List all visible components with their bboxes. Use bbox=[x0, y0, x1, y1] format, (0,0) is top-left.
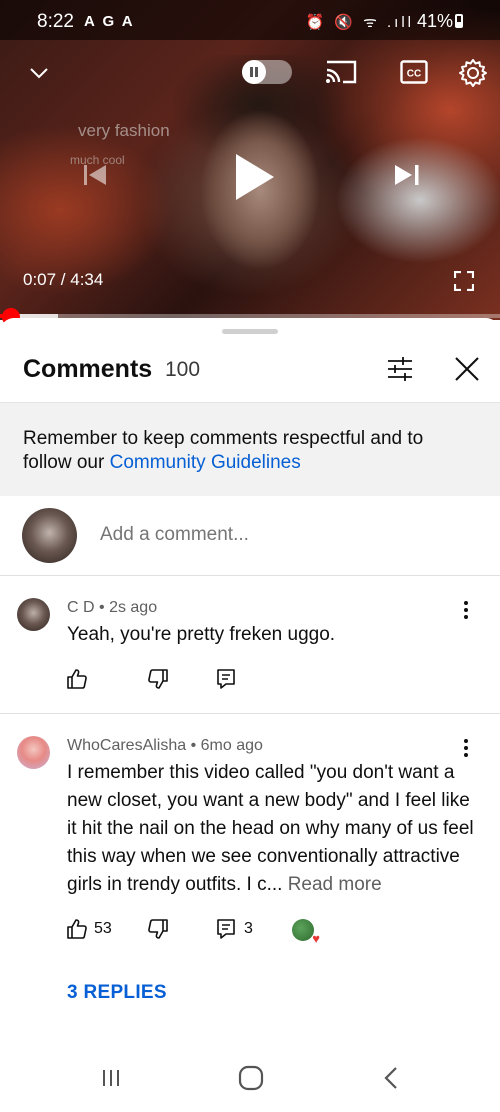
previous-video-icon[interactable] bbox=[80, 160, 110, 190]
comment-item: C D • 2s ago Yeah, you're pretty freken … bbox=[0, 576, 500, 713]
commenter-avatar[interactable] bbox=[17, 598, 50, 631]
comment-text: I remember this video called "you don't … bbox=[67, 759, 482, 899]
heart-icon: ♥ bbox=[312, 931, 320, 946]
dislike-button[interactable] bbox=[147, 918, 169, 940]
reply-button[interactable]: 3 bbox=[216, 918, 253, 940]
settings-gear-icon[interactable] bbox=[458, 58, 488, 88]
next-video-icon[interactable] bbox=[392, 160, 422, 190]
battery-icon bbox=[455, 14, 463, 28]
comments-panel: Comments 100 Remember to keep comments r… bbox=[0, 318, 500, 1112]
add-comment-row[interactable] bbox=[0, 496, 500, 576]
autoplay-toggle[interactable] bbox=[242, 60, 292, 84]
comment-age: 2s ago bbox=[109, 599, 158, 616]
comment-age: 6mo ago bbox=[200, 737, 263, 754]
close-icon[interactable] bbox=[453, 355, 481, 383]
add-comment-input[interactable] bbox=[100, 524, 470, 546]
more-options-icon[interactable] bbox=[454, 736, 478, 760]
system-status-icons: ⏰ 🔇 ᯤ .ıll bbox=[305, 14, 414, 31]
status-bar: 8:22 A G A ⏰ 🔇 ᯤ .ıll 41% bbox=[0, 0, 500, 40]
reply-comment-icon bbox=[217, 919, 235, 939]
like-button[interactable] bbox=[66, 668, 88, 690]
view-replies-button[interactable]: 3 REPLIES bbox=[67, 982, 167, 1004]
back-icon[interactable] bbox=[382, 1066, 400, 1090]
thumbs-up-icon bbox=[67, 919, 87, 939]
comment-author[interactable]: WhoCaresAlisha bbox=[67, 737, 186, 754]
comment-item: WhoCaresAlisha • 6mo ago I remember this… bbox=[0, 714, 500, 1032]
comment-body: I remember this video called "you don't … bbox=[67, 762, 474, 895]
cast-icon[interactable] bbox=[325, 58, 357, 86]
more-options-icon[interactable] bbox=[454, 598, 478, 622]
comment-author[interactable]: C D bbox=[67, 599, 95, 616]
user-avatar bbox=[22, 508, 77, 563]
reply-count: 3 bbox=[244, 920, 253, 937]
community-notice: Remember to keep comments respectful and… bbox=[0, 403, 500, 496]
drag-handle[interactable] bbox=[222, 329, 278, 334]
comment-meta: C D • 2s ago bbox=[67, 599, 158, 616]
commenter-avatar[interactable] bbox=[17, 736, 50, 769]
comment-text: Yeah, you're pretty freken uggo. bbox=[67, 624, 336, 645]
pause-icon bbox=[242, 60, 266, 84]
home-icon[interactable] bbox=[238, 1065, 264, 1091]
playback-time: 0:07 / 4:34 bbox=[23, 270, 104, 289]
battery-indicator: 41% bbox=[417, 11, 463, 32]
svg-text:CC: CC bbox=[407, 69, 421, 80]
read-more-link[interactable]: Read more bbox=[288, 874, 382, 895]
captions-icon[interactable]: CC bbox=[400, 60, 428, 84]
battery-percent: 41% bbox=[416, 11, 453, 31]
like-count: 53 bbox=[94, 920, 112, 937]
dislike-button[interactable] bbox=[147, 668, 169, 690]
comments-count: 100 bbox=[165, 358, 201, 381]
status-time: 8:22 bbox=[37, 11, 74, 32]
video-player[interactable]: very fashion much cool 8:22 A G A ⏰ 🔇 ᯤ … bbox=[0, 0, 500, 320]
thumbs-down-icon bbox=[148, 919, 168, 939]
play-icon[interactable] bbox=[232, 152, 276, 202]
minimize-chevron-icon[interactable] bbox=[28, 62, 50, 84]
comments-title: Comments bbox=[23, 355, 153, 383]
sort-filter-icon[interactable] bbox=[385, 355, 415, 383]
thumbs-up-icon bbox=[67, 669, 87, 689]
creator-heart-badge: ♥ bbox=[292, 919, 320, 945]
comment-meta: WhoCaresAlisha • 6mo ago bbox=[67, 737, 263, 754]
recent-apps-icon[interactable] bbox=[100, 1067, 122, 1089]
video-overlay-text: very fashion bbox=[78, 121, 170, 140]
reply-button[interactable] bbox=[216, 668, 236, 690]
fullscreen-icon[interactable] bbox=[454, 271, 474, 291]
notification-icons: A G A bbox=[84, 13, 135, 30]
community-guidelines-link[interactable]: Community Guidelines bbox=[110, 452, 301, 473]
system-navigation-bar bbox=[0, 1037, 500, 1112]
like-button[interactable]: 53 bbox=[66, 918, 112, 940]
reply-comment-icon bbox=[217, 669, 235, 689]
thumbs-down-icon bbox=[148, 669, 168, 689]
